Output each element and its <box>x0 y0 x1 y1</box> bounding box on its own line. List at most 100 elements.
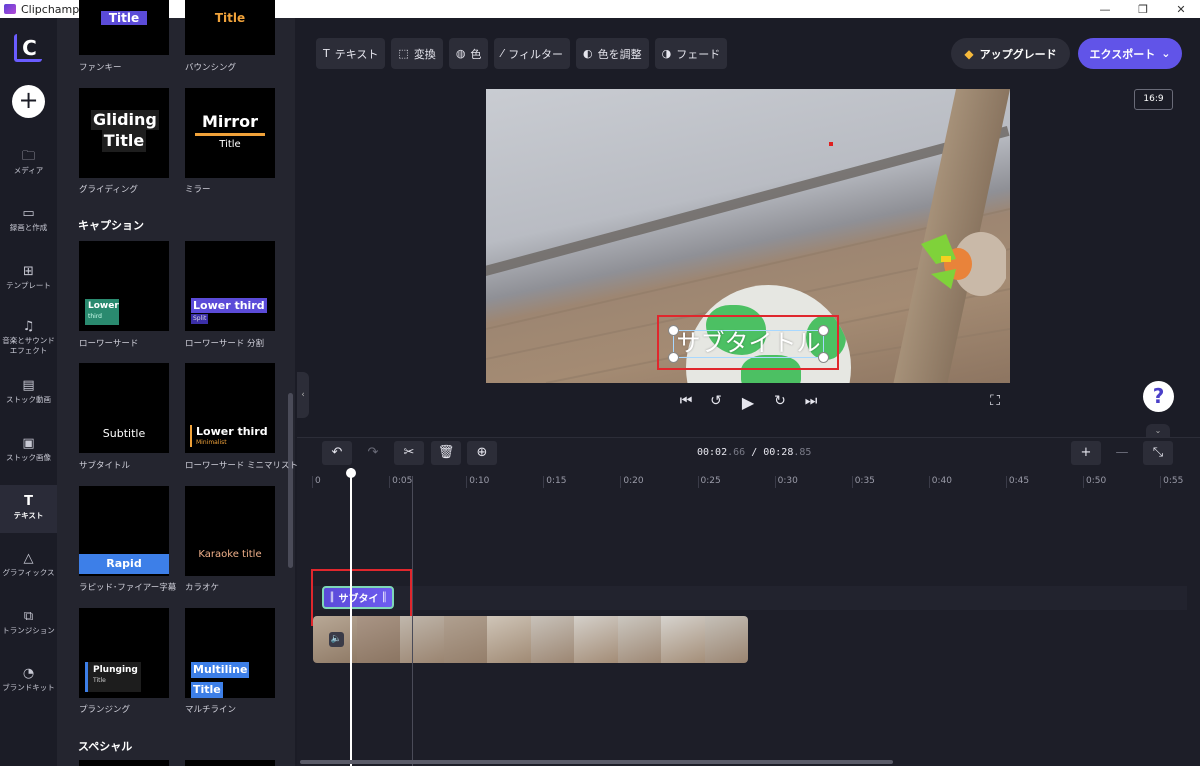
fullscreen-icon[interactable]: ⛶ <box>986 393 1004 409</box>
chevron-down-icon: ⌄ <box>1161 47 1171 60</box>
ruler-tick <box>697 476 699 488</box>
template-special-1[interactable] <box>79 760 169 766</box>
template-special-2[interactable] <box>185 760 275 766</box>
export-button[interactable]: エクスポート ⌄ <box>1078 38 1182 69</box>
add-media-button[interactable]: + <box>12 85 45 118</box>
special-section-title: スペシャル <box>78 740 133 753</box>
ruler-label: 0:30 <box>777 476 798 486</box>
template-plunging[interactable]: Plunging Title <box>79 608 169 698</box>
maximize-button[interactable]: ❐ <box>1124 3 1162 16</box>
template-preview-text: Title <box>219 139 241 150</box>
timeline-scrollbar[interactable] <box>300 760 893 764</box>
palette-icon: ◍ <box>455 47 466 60</box>
add-to-timeline-button[interactable]: ⊕ <box>467 441 497 465</box>
collapse-timeline-chevron[interactable]: ⌄ <box>1146 424 1170 437</box>
forward-5-icon[interactable]: ↻ <box>771 393 789 409</box>
skip-forward-icon[interactable]: ⏭ <box>802 393 820 409</box>
template-label: ローワーサード ミニマリスト <box>185 461 299 471</box>
color-tool-button[interactable]: ◍ 色 <box>448 38 489 69</box>
skip-back-icon[interactable]: ⏮ <box>677 393 695 409</box>
template-label: ファンキー <box>79 63 122 73</box>
delete-button[interactable]: 🗑 <box>431 441 461 465</box>
transform-tool-button[interactable]: ⬚ 変換 <box>391 38 443 69</box>
rail-item-5[interactable]: ▣ ストック画像 <box>0 435 57 463</box>
template-preview-subtext: Title <box>93 677 106 684</box>
template-subtitle[interactable]: Subtitle <box>79 363 169 453</box>
ruler-tick <box>1160 476 1162 488</box>
rail-item-7[interactable]: △ グラフィックス <box>0 550 57 578</box>
property-toolbar: T テキスト ⬚ 変換 ◍ 色 ⁄ フィルター ◐ 色を調整 ◑ フェード <box>316 38 728 69</box>
zoom-in-button[interactable]: + <box>1071 441 1101 465</box>
template-lower-third-minimalist[interactable]: Lower third Minimalist <box>185 363 275 453</box>
rail-item-label: ストック動画 <box>6 395 51 404</box>
film-icon: ▤ <box>22 378 35 393</box>
plush-toy <box>921 232 1006 296</box>
redo-button[interactable]: ↷ <box>358 441 388 465</box>
template-preview-text: Title <box>101 130 147 152</box>
adjust-color-tool-button[interactable]: ◐ 色を調整 <box>576 38 649 69</box>
split-button[interactable]: ✂ <box>394 441 424 465</box>
ruler-tick <box>774 476 776 488</box>
window-titlebar: Clipchamp – 動画エディター — ❐ ✕ <box>0 0 1200 18</box>
template-preview-text: Title <box>101 11 147 25</box>
template-label: バウンシング <box>185 63 237 73</box>
rail-item-1[interactable]: ▭ 録画と作成 <box>0 205 57 233</box>
rail-item-3[interactable]: ♫ 音楽とサウンド エフェクト <box>0 318 57 356</box>
collapse-panel-tab[interactable]: ‹ <box>297 372 309 418</box>
fit-timeline-button[interactable]: ⤡ <box>1143 441 1173 465</box>
play-icon[interactable]: ▶ <box>739 393 757 412</box>
folder-icon: 🗀 <box>21 149 35 164</box>
panel-scrollbar[interactable] <box>288 393 293 568</box>
rail-item-label: ブランドキット <box>2 683 55 692</box>
rail-item-label: 録画と作成 <box>9 223 48 232</box>
fade-tool-button[interactable]: ◑ フェード <box>654 38 728 69</box>
window-title: Clipchamp – 動画エディター <box>21 3 168 16</box>
template-preview-subtext: third <box>88 313 102 320</box>
filter-tool-button[interactable]: ⁄ フィルター <box>494 38 571 69</box>
music-note-icon: ♫ <box>22 319 35 334</box>
rail-item-label: 音楽とサウンド エフェクト <box>2 336 55 355</box>
text-icon: T <box>24 494 33 509</box>
speaker-icon[interactable]: 🔈 <box>329 632 344 647</box>
clip-end-marker <box>412 476 413 766</box>
upgrade-button[interactable]: ◆ アップグレード <box>951 38 1070 69</box>
text-track[interactable] <box>313 586 1187 610</box>
template-label: マルチライン <box>185 705 237 715</box>
template-rapid-fire[interactable]: Rapid <box>79 486 169 576</box>
rail-item-8[interactable]: ⧉ トランジション <box>0 608 57 636</box>
template-karaoke[interactable]: Karaoke title <box>185 486 275 576</box>
template-lower-third[interactable]: Lower third <box>79 241 169 331</box>
rail-item-6[interactable]: T テキスト <box>0 485 57 533</box>
minimize-button[interactable]: — <box>1086 3 1124 16</box>
undo-button[interactable]: ↶ <box>322 441 352 465</box>
ruler-tick <box>1083 476 1084 488</box>
template-funky[interactable]: Title <box>79 0 169 55</box>
playhead-handle[interactable] <box>346 468 356 478</box>
video-camera-icon: ▭ <box>22 206 35 221</box>
rail-item-0[interactable]: 🗀 メディア <box>0 148 57 176</box>
text-tool-button[interactable]: T テキスト <box>316 38 386 69</box>
playhead[interactable] <box>350 468 352 766</box>
captions-section-title: キャプション <box>78 219 144 232</box>
rail-item-9[interactable]: ◔ ブランドキット <box>0 665 57 693</box>
ruler-label: 0:45 <box>1008 476 1030 486</box>
template-preview-text: Multiline <box>191 662 250 678</box>
rail-item-2[interactable]: ⊞ テンプレート <box>0 263 57 291</box>
video-clip[interactable] <box>313 616 748 663</box>
zoom-out-button[interactable]: — <box>1107 441 1137 465</box>
rail-item-label: トランジション <box>2 626 55 635</box>
rail-item-4[interactable]: ▤ ストック動画 <box>0 377 57 405</box>
template-preview-text: Gliding <box>91 110 159 130</box>
ruler-label: 0:55 <box>1163 476 1184 486</box>
rewind-5-icon[interactable]: ↺ <box>707 393 725 409</box>
aspect-ratio-button[interactable]: 16:9 <box>1134 89 1173 110</box>
help-button[interactable]: ? <box>1143 381 1174 412</box>
template-bouncing[interactable]: Title <box>185 0 275 55</box>
template-gliding[interactable]: Gliding Title <box>79 88 169 178</box>
clipchamp-logo[interactable]: C <box>14 34 42 62</box>
template-multiline[interactable]: Multiline Title <box>185 608 275 698</box>
template-mirror[interactable]: Mirror Title <box>185 88 275 178</box>
rail-item-label: テンプレート <box>6 281 51 290</box>
close-button[interactable]: ✕ <box>1162 3 1200 16</box>
template-lower-third-split[interactable]: Lower third Split <box>185 241 275 331</box>
